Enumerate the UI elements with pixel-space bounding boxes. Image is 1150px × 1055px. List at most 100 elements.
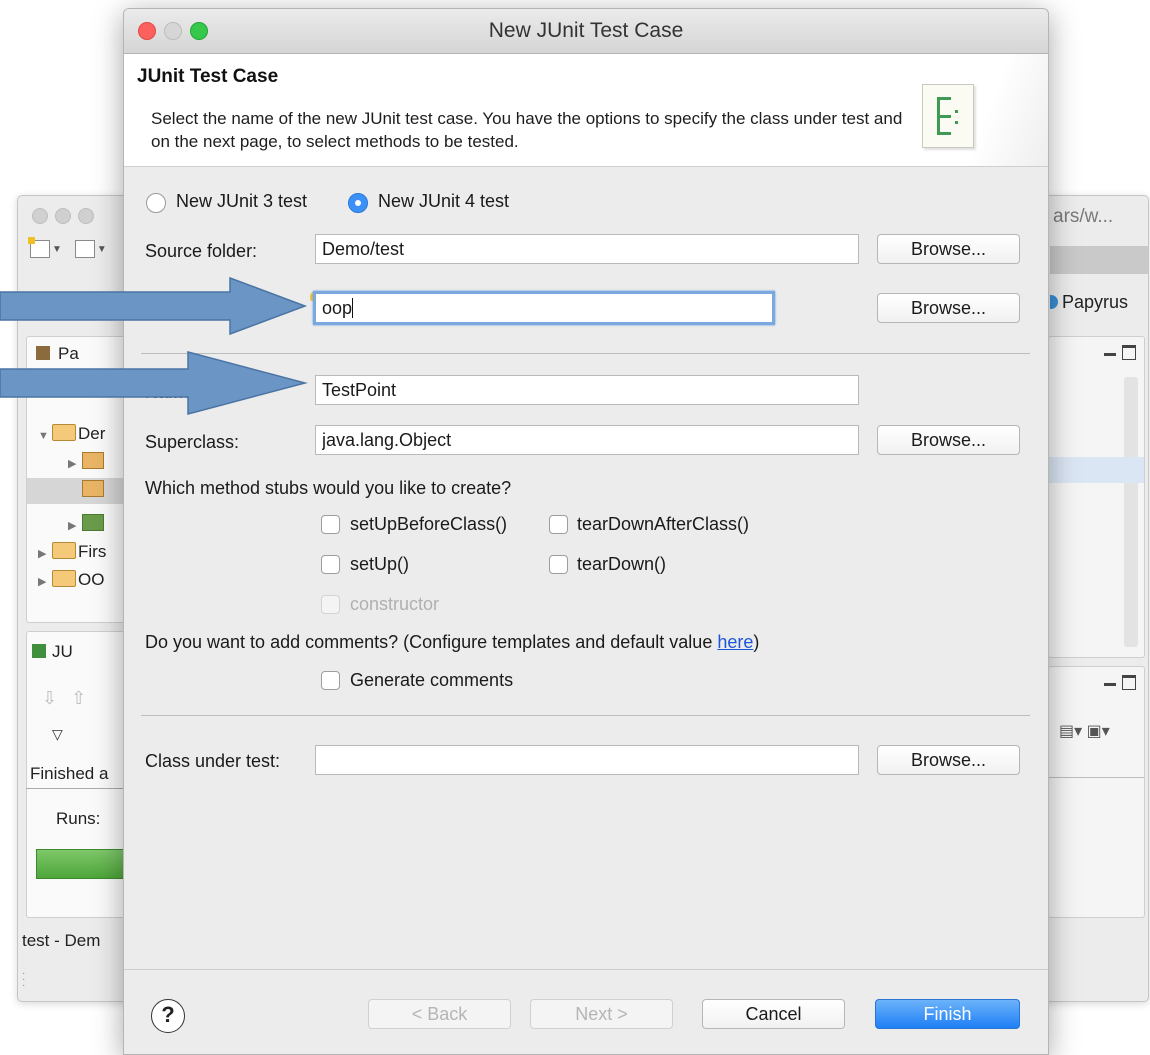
- collapsed-triangle-icon[interactable]: ▶: [38, 575, 52, 588]
- class-under-test-input[interactable]: [315, 745, 859, 775]
- new-console-icon[interactable]: ▣▾: [1087, 723, 1110, 740]
- runs-label: Runs:: [56, 809, 101, 828]
- wizard-header: JUnit Test Case Select the name of the n…: [124, 54, 1048, 167]
- tree-item[interactable]: ▼ Der: [38, 424, 105, 444]
- next-button: Next >: [530, 999, 673, 1029]
- constructor-checkbox: [321, 595, 340, 614]
- footer-divider: [124, 969, 1048, 970]
- superclass-input[interactable]: [315, 425, 859, 455]
- wizard-page-title: JUnit Test Case: [137, 66, 279, 87]
- background-window-title: ars/w...: [1053, 206, 1114, 227]
- outline-panel: [1048, 336, 1145, 658]
- new-junit-test-case-dialog: New JUnit Test Case JUnit Test Case Sele…: [123, 8, 1049, 1055]
- view-controls: [1104, 345, 1136, 365]
- teardownafterclass-label[interactable]: tearDownAfterClass(): [577, 514, 749, 535]
- chevron-down-icon[interactable]: ▼: [97, 244, 107, 255]
- collapsed-triangle-icon[interactable]: ▶: [68, 457, 82, 470]
- tab-label: JU: [52, 642, 73, 661]
- tree-item[interactable]: ▶: [68, 452, 104, 472]
- maximize-icon[interactable]: [1122, 345, 1136, 360]
- console-icon[interactable]: ▤▾: [1059, 723, 1082, 740]
- teardownafterclass-checkbox[interactable]: [549, 515, 568, 534]
- tree-item[interactable]: [82, 480, 104, 500]
- library-icon: [82, 514, 104, 531]
- expanded-triangle-icon[interactable]: ▼: [38, 430, 52, 442]
- junit4-label[interactable]: New JUnit 4 test: [378, 191, 509, 212]
- package-icon: [82, 480, 104, 497]
- tab-label: Pa: [58, 344, 79, 363]
- package-label: Package:: [145, 300, 221, 320]
- scrollbar[interactable]: [1124, 377, 1138, 647]
- junit-progress-bar: [36, 849, 128, 879]
- setupbeforeclass-label[interactable]: setUpBeforeClass(): [350, 514, 507, 535]
- dialog-titlebar: New JUnit Test Case: [124, 9, 1048, 54]
- panel-toolbar: ▤▾ ▣▾: [1059, 721, 1110, 741]
- junit-wizard-icon: [922, 84, 974, 148]
- perspective-papyrus[interactable]: Papyrus: [1050, 292, 1128, 313]
- help-button[interactable]: ?: [151, 999, 185, 1033]
- junit3-radio[interactable]: [146, 193, 166, 213]
- background-toolbar-strip: [1050, 246, 1148, 274]
- configure-templates-link[interactable]: here: [717, 632, 753, 652]
- finish-button[interactable]: Finish: [875, 999, 1020, 1029]
- method-stubs-question: Which method stubs would you like to cre…: [145, 478, 512, 498]
- package-explorer-icon: [36, 346, 50, 360]
- teardown-checkbox[interactable]: [549, 555, 568, 574]
- bg-minimize-dot: [55, 208, 71, 224]
- superclass-label: Superclass:: [145, 432, 240, 452]
- minimize-icon[interactable]: [1104, 683, 1116, 686]
- next-failure-icon[interactable]: ⇩: [42, 688, 71, 708]
- name-label: Name:: [145, 382, 199, 402]
- divider: [1049, 777, 1144, 778]
- maximize-icon[interactable]: [1122, 675, 1136, 690]
- back-button: < Back: [368, 999, 511, 1029]
- status-bar-text: test - Dem: [22, 931, 101, 950]
- class-under-test-label: Class under test:: [145, 751, 281, 771]
- junit-navigation: ⇩⇧: [42, 688, 100, 709]
- minimize-icon[interactable]: [1104, 353, 1116, 356]
- generate-comments-checkbox[interactable]: [321, 671, 340, 690]
- package-browse-button[interactable]: Browse...: [877, 293, 1020, 323]
- tree-selected-row[interactable]: [27, 478, 126, 504]
- separator: [141, 715, 1030, 716]
- source-folder-icon: [82, 452, 104, 469]
- chevron-down-icon[interactable]: ▼: [52, 244, 62, 255]
- tree-item[interactable]: ▶ Firs: [38, 542, 106, 562]
- junit4-radio[interactable]: [348, 193, 368, 213]
- setup-checkbox[interactable]: [321, 555, 340, 574]
- name-input[interactable]: [315, 375, 859, 405]
- right-bottom-panel: ▤▾ ▣▾: [1048, 666, 1145, 918]
- tree-item[interactable]: ▶ OO: [38, 570, 104, 590]
- collapsed-triangle-icon[interactable]: ▶: [68, 519, 82, 532]
- source-folder-browse-button[interactable]: Browse...: [877, 234, 1020, 264]
- separator: [141, 353, 1030, 354]
- outline-selected-row[interactable]: [1049, 457, 1144, 483]
- junit-status-text: Finished a: [30, 764, 109, 783]
- bg-zoom-dot: [78, 208, 94, 224]
- setup-label[interactable]: setUp(): [350, 554, 409, 575]
- source-folder-input[interactable]: [315, 234, 859, 264]
- bg-close-dot: [32, 208, 48, 224]
- tree-item[interactable]: ▶: [68, 514, 104, 534]
- tab-package-explorer[interactable]: Pa: [36, 344, 79, 364]
- collapsed-triangle-icon[interactable]: ▶: [38, 547, 52, 560]
- background-window-controls: [32, 208, 101, 229]
- class-under-test-browse-button[interactable]: Browse...: [877, 745, 1020, 775]
- source-folder-label: Source folder:: [145, 241, 258, 261]
- generate-comments-label[interactable]: Generate comments: [350, 670, 513, 691]
- new-wizard-icon[interactable]: [28, 237, 50, 259]
- superclass-browse-button[interactable]: Browse...: [877, 425, 1020, 455]
- previous-failure-icon[interactable]: ⇧: [71, 688, 100, 708]
- tab-junit[interactable]: JU: [32, 642, 73, 662]
- setupbeforeclass-checkbox[interactable]: [321, 515, 340, 534]
- view-menu-triangle-icon[interactable]: ▽: [52, 726, 63, 743]
- new-package-icon[interactable]: [74, 240, 95, 259]
- project-folder-icon: [52, 424, 76, 441]
- divider: [26, 788, 126, 789]
- cancel-button[interactable]: Cancel: [702, 999, 845, 1029]
- teardown-label[interactable]: tearDown(): [577, 554, 666, 575]
- junit3-label[interactable]: New JUnit 3 test: [176, 191, 307, 212]
- package-input[interactable]: oop: [313, 291, 775, 325]
- comments-question: Do you want to add comments? (Configure …: [145, 632, 760, 652]
- text-cursor: [352, 298, 354, 318]
